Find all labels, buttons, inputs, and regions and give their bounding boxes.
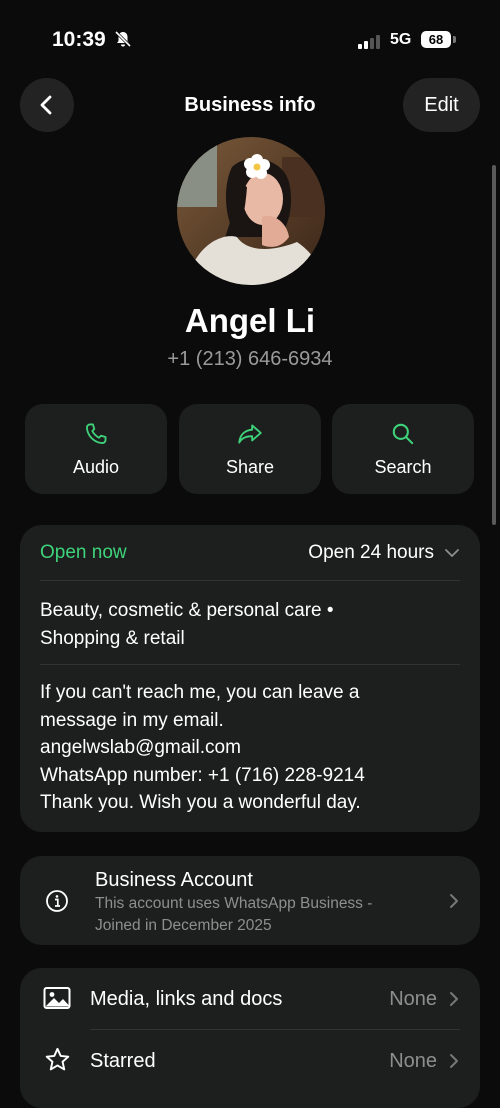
audio-label: Audio xyxy=(72,456,120,477)
business-account-title: Business Account xyxy=(95,869,253,891)
info-icon xyxy=(46,890,68,912)
audio-call-button[interactable]: Audio xyxy=(25,404,167,494)
about-line: Thank you. Wish you a wonderful day. xyxy=(40,792,361,813)
chevron-right-icon xyxy=(450,894,458,908)
battery-icon: 68 xyxy=(421,31,451,48)
chevron-right-icon xyxy=(450,992,458,1006)
about-line: message in my email. xyxy=(40,709,224,731)
edit-button[interactable]: Edit xyxy=(403,78,480,132)
chevron-down-icon[interactable] xyxy=(444,545,460,561)
media-links-docs-label: Media, links and docs xyxy=(90,988,283,1010)
business-about: If you can't reach me, you can leave a m… xyxy=(40,679,460,817)
business-account-subtitle: This account uses WhatsApp Business - Jo… xyxy=(95,893,372,937)
media-links-docs-value: None xyxy=(389,988,437,1010)
avatar[interactable] xyxy=(177,137,325,285)
phone-icon xyxy=(85,423,107,444)
image-icon xyxy=(43,987,71,1009)
category-line: Beauty, cosmetic & personal care • xyxy=(40,600,334,621)
contact-phone: +1 (213) 646-6934 xyxy=(167,348,333,370)
starred-value: None xyxy=(389,1050,437,1072)
about-email[interactable]: angelwslab@gmail.com xyxy=(40,734,460,762)
search-label: Search xyxy=(374,456,432,477)
search-icon xyxy=(392,423,414,444)
search-button[interactable]: Search xyxy=(332,404,474,494)
battery-tip xyxy=(453,36,456,43)
share-icon xyxy=(238,423,262,444)
media-list-card: Media, links and docs None Starred None xyxy=(20,968,480,1108)
media-links-docs-row[interactable]: Media, links and docs None xyxy=(20,968,480,1029)
network-label: 5G xyxy=(390,31,412,48)
subtitle-line: This account uses WhatsApp Business - xyxy=(95,895,373,912)
status-time: 10:39 xyxy=(52,28,106,51)
contact-name: Angel Li xyxy=(184,302,316,339)
business-hours-toggle[interactable]: Open 24 hours xyxy=(308,542,434,564)
starred-label: Starred xyxy=(90,1050,156,1072)
divider xyxy=(40,580,460,581)
signal-icon xyxy=(358,33,382,49)
bell-slash-icon xyxy=(114,30,132,48)
subtitle-line: Joined in December 2025 xyxy=(95,917,272,934)
business-info-card: Open now Open 24 hours Beauty, cosmetic … xyxy=(20,525,480,832)
divider xyxy=(40,664,460,665)
business-category: Beauty, cosmetic & personal care • Shopp… xyxy=(40,597,460,652)
star-icon xyxy=(45,1047,70,1071)
chevron-right-icon xyxy=(450,1054,458,1068)
starred-row[interactable]: Starred None xyxy=(20,1030,480,1092)
business-account-row[interactable]: Business Account This account uses Whats… xyxy=(20,856,480,945)
scrollbar[interactable] xyxy=(492,165,496,525)
about-line: If you can't reach me, you can leave a xyxy=(40,682,360,703)
about-line: WhatsApp number: +1 (716) 228-9214 xyxy=(40,764,365,786)
open-status: Open now xyxy=(40,542,127,563)
share-button[interactable]: Share xyxy=(179,404,321,494)
share-label: Share xyxy=(225,456,275,477)
category-line: Shopping & retail xyxy=(40,627,185,649)
